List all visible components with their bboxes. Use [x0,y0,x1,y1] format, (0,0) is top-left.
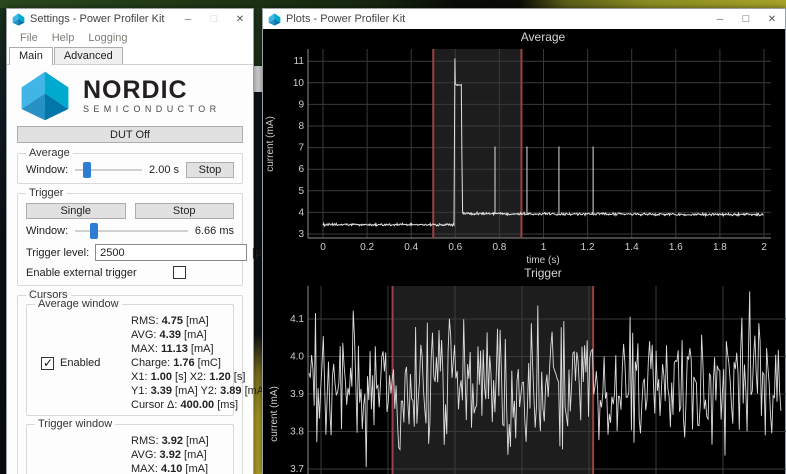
stat-line: Cursor Δ: 400.00 [ms] [131,398,267,412]
trigger-ylabel: current (mA) [269,386,280,442]
trigger-window-stats: RMS: 3.92 [mA]AVG: 3.92 [mA]MAX: 4.10 [m… [131,434,267,474]
tab-advanced[interactable]: Advanced [54,47,123,64]
menu-file[interactable]: File [13,32,45,44]
tab-main[interactable]: Main [9,47,53,65]
close-icon[interactable] [227,9,253,29]
stat-line: MAX: 4.10 [mA] [131,462,267,474]
average-window-subgroup-label: Average window [35,298,122,310]
y-tick-label: 7 [298,143,304,154]
stat-line: AVG: 3.92 [mA] [131,448,267,462]
nordic-logo-icon [17,70,73,122]
trigger-group: Trigger Single Stop Window: 6.66 ms Trig… [17,193,243,286]
cursors-group: Cursors Average window Enabled RMS: 4.75… [17,295,243,474]
logo-brand-text: NORDIC [83,77,221,103]
y-tick-label: 3.9 [290,389,304,400]
external-trigger-checkbox[interactable] [173,266,186,279]
settings-window: Settings - Power Profiler Kit File Help … [6,8,254,474]
plots-titlebar[interactable]: Plots - Power Profiler Kit [263,9,785,29]
y-tick-label: 6 [298,164,304,175]
desktop-wallpaper-top [0,0,786,8]
trigger-level-input[interactable] [95,244,247,261]
trigger-window-slider[interactable] [75,223,188,239]
trigger-level-label: Trigger level: [26,247,89,259]
trigger-single-button[interactable]: Single [26,203,126,219]
slider-thumb[interactable] [83,162,91,178]
average-enabled-checkbox[interactable] [41,357,54,370]
stat-line: RMS: 3.92 [mA] [131,434,267,448]
average-window-value: 2.00 s [149,164,179,176]
stat-line: Charge: 1.76 [mC] [131,356,267,370]
average-chart-title: Average [521,30,566,44]
plots-window: Plots - Power Profiler Kit Average 3 4 5 6 7 8… [262,8,786,474]
settings-window-title: Settings - Power Profiler Kit [30,13,175,25]
charts-svg: Average 3 4 5 6 7 8 9 10 11 0 0.2 0.4 0.6 0.8 1 1.2 1.4 1.… [263,29,786,474]
plots-canvas[interactable]: Average 3 4 5 6 7 8 9 10 11 0 0.2 0.4 0.6 0.8 1 1.2 1.4 1.… [263,29,785,474]
nordic-app-icon [268,13,281,26]
settings-tabbar: Main Advanced [7,47,253,65]
minimize-icon[interactable] [707,9,733,29]
stat-line: X1: 1.00 [s] X2: 1.20 [s] [131,370,267,384]
stat-line: MAX: 11.13 [mA] [131,342,267,356]
stat-line: Y1: 3.39 [mA] Y2: 3.89 [mA] [131,384,267,398]
average-stop-button[interactable]: Stop [186,162,234,178]
average-window-stats: RMS: 4.75 [mA]AVG: 4.39 [mA]MAX: 11.13 [… [131,314,267,412]
stat-line: RMS: 4.75 [mA] [131,314,267,328]
average-group: Average Window: 2.00 s Stop [17,153,243,184]
y-tick-label: 4.0 [290,352,304,363]
settings-menubar: File Help Logging [7,29,253,47]
x-tick-label: 1.8 [713,242,727,253]
trigger-window-value: 6.66 ms [195,225,234,237]
average-window-label: Window: [26,164,68,176]
maximize-icon[interactable] [201,9,227,29]
y-tick-label: 8 [298,121,304,132]
x-tick-label: 1 [541,242,547,253]
average-group-label: Average [26,147,73,159]
settings-titlebar[interactable]: Settings - Power Profiler Kit [7,9,253,29]
y-tick-label: 10 [293,78,305,89]
y-tick-label: 4.1 [290,314,304,325]
close-icon[interactable] [759,9,785,29]
average-window-slider[interactable] [75,162,142,178]
average-window-subgroup: Average window Enabled RMS: 4.75 [mA]AVG… [26,304,234,416]
plots-window-title: Plots - Power Profiler Kit [286,13,707,25]
y-tick-label: 11 [294,56,305,67]
average-enabled-label: Enabled [60,357,100,369]
y-tick-label: 4 [298,207,304,218]
x-tick-label: 1.4 [625,242,639,253]
menu-logging[interactable]: Logging [81,32,134,44]
x-tick-label: 1.6 [669,242,683,253]
trigger-window-subgroup: Trigger window Enabled RMS: 3.92 [mA]AVG… [26,424,234,474]
trigger-chart-title: Trigger [524,266,562,280]
minimize-icon[interactable] [175,9,201,29]
trigger-window-label: Window: [26,225,68,237]
x-tick-label: 0.6 [448,242,462,253]
nordic-logo: NORDIC SEMICONDUCTOR [17,69,243,122]
y-tick-label: 5 [298,186,304,197]
trigger-group-label: Trigger [26,187,66,199]
y-tick-label: 3.8 [290,427,304,438]
slider-thumb[interactable] [90,223,98,239]
average-ylabel: current (mA) [265,116,276,172]
nordic-app-icon [12,13,25,26]
x-tick-label: 0.8 [492,242,506,253]
average-cursor-region[interactable] [433,49,521,238]
trigger-window-subgroup-label: Trigger window [35,418,115,430]
y-tick-label: 3.7 [290,464,304,474]
y-tick-label: 9 [298,99,304,110]
maximize-icon[interactable] [733,9,759,29]
background-window-sliver [254,66,262,92]
trigger-stop-button[interactable]: Stop [135,203,235,219]
y-tick-label: 3 [298,229,304,240]
dut-off-button[interactable]: DUT Off [17,126,243,143]
x-tick-label: 0 [320,242,326,253]
stat-line: AVG: 4.39 [mA] [131,328,267,342]
x-tick-label: 2 [761,242,767,253]
average-xlabel: time (s) [526,255,559,266]
logo-subtitle-text: SEMICONDUCTOR [83,104,221,114]
menu-help[interactable]: Help [45,32,82,44]
x-tick-label: 0.4 [404,242,418,253]
x-tick-label: 1.2 [581,242,595,253]
x-tick-label: 0.2 [360,242,374,253]
external-trigger-label: Enable external trigger [26,267,137,279]
